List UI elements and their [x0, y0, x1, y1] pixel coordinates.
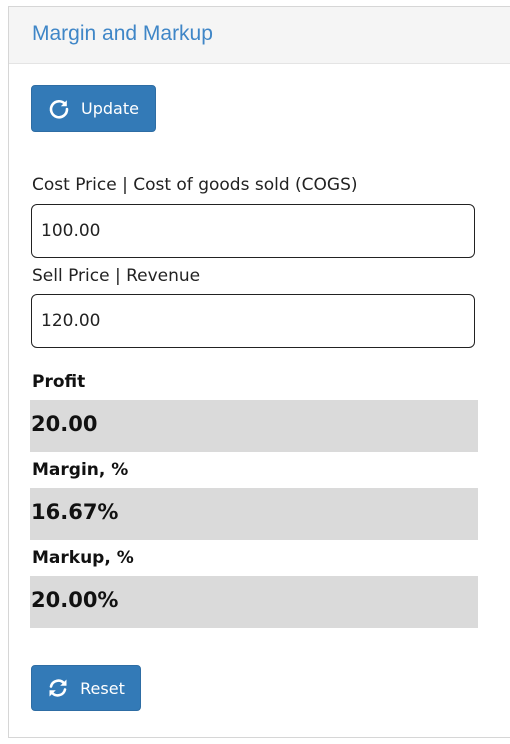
profit-value: 20.00: [30, 400, 478, 452]
update-button-label: Update: [81, 99, 139, 118]
markup-label: Markup, %: [32, 548, 134, 568]
panel-title: Margin and Markup: [32, 22, 213, 45]
profit-label: Profit: [32, 372, 86, 392]
reset-button-label: Reset: [80, 678, 125, 698]
margin-value: 16.67%: [30, 488, 478, 540]
sell-price-input[interactable]: [31, 294, 475, 348]
panel-heading: Margin and Markup: [9, 7, 510, 64]
calculator-panel: Margin and Markup Update Cost Price | Co…: [8, 6, 510, 738]
reset-button[interactable]: Reset: [31, 665, 141, 711]
refresh-icon: [48, 98, 70, 120]
cost-price-label: Cost Price | Cost of goods sold (COGS): [32, 175, 358, 195]
sync-icon: [47, 677, 69, 699]
markup-value: 20.00%: [30, 576, 478, 628]
sell-price-label: Sell Price | Revenue: [32, 266, 201, 286]
update-button[interactable]: Update: [31, 85, 156, 132]
cost-price-input[interactable]: [31, 204, 475, 258]
margin-label: Margin, %: [32, 460, 129, 480]
